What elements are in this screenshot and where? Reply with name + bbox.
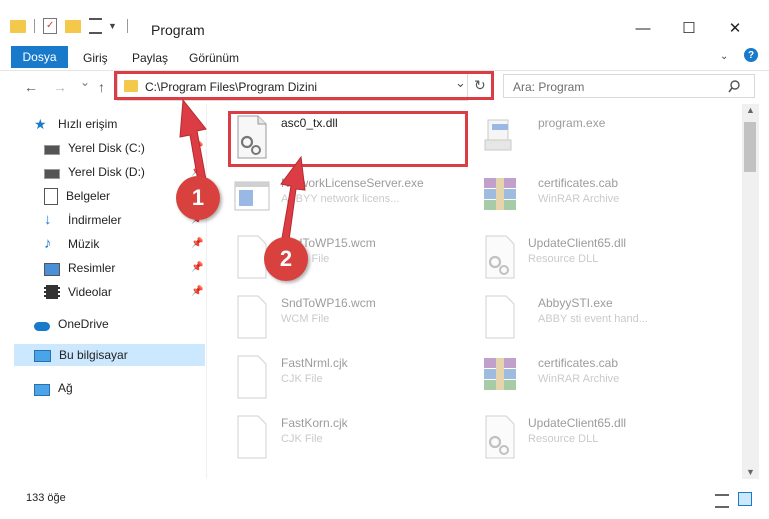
step-2-badge: 2 xyxy=(264,237,308,281)
arrow-2 xyxy=(280,155,306,241)
step-1-badge: 1 xyxy=(176,176,220,220)
details-view-icon[interactable] xyxy=(715,494,729,508)
annotation-arrows xyxy=(179,98,306,241)
item-count: 133 öğe xyxy=(26,492,66,504)
arrow-1 xyxy=(179,98,208,188)
status-bar xyxy=(0,480,769,519)
large-icons-view-icon[interactable] xyxy=(738,492,752,506)
